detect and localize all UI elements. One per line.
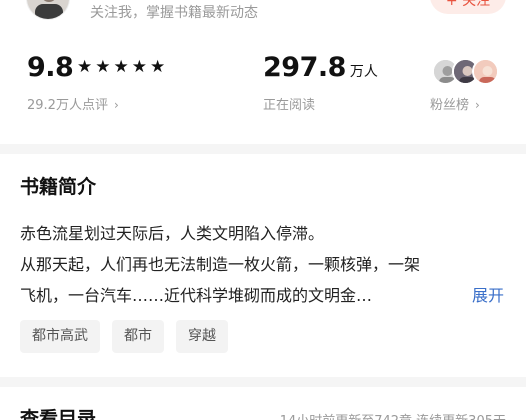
follow-button[interactable]: + 关注 <box>430 0 506 14</box>
chevron-right-icon: › <box>475 98 480 112</box>
intro-line: 飞机，一台汽车……近代科学堆砌而成的文明金… <box>20 286 373 305</box>
fans-link[interactable]: 粉丝榜 › <box>430 94 480 113</box>
intro-line: 赤色流星划过天际后，人类文明陷入停滞。 <box>20 224 325 243</box>
author-description: 关注我，掌握书籍最新动态 <box>90 5 258 21</box>
stats-row: 9.8 ★ ★ ★ ★ ★ 29.2万人点评 › 297.8 万人 正在阅读 粉… <box>0 52 526 122</box>
book-detail-page: 关注我，掌握书籍最新动态 + 关注 9.8 ★ ★ ★ ★ ★ 29.2万人点评 › 29… <box>0 0 526 420</box>
rating-value: 9.8 <box>27 52 74 83</box>
tag-list: 都市高武 都市 穿越 <box>20 320 240 354</box>
fans-label: 粉丝榜 <box>430 98 470 113</box>
reviews-label: 29.2万人点评 <box>27 98 108 113</box>
tag-chip[interactable]: 都市高武 <box>20 320 100 353</box>
star-icon: ★ <box>150 57 166 77</box>
fan-avatar <box>472 58 499 85</box>
toc-update-info[interactable]: 14小时前更新至742章 连续更新305天 <box>280 410 506 420</box>
intro-text[interactable]: 赤色流星划过天际后，人类文明陷入停滞。 从那天起，人们再也无法制造一枚火箭，一颗… <box>20 218 510 311</box>
reviews-link[interactable]: 29.2万人点评 › <box>27 94 119 113</box>
section-divider <box>0 144 526 154</box>
readers-value: 297.8 <box>263 52 346 83</box>
tag-chip[interactable]: 穿越 <box>176 320 228 353</box>
toc-title[interactable]: 查看目录 <box>20 404 96 420</box>
readers-block: 297.8 万人 正在阅读 <box>263 52 378 113</box>
tag-chip[interactable]: 都市 <box>112 320 164 353</box>
rating-stars: ★ ★ ★ ★ ★ <box>77 57 168 76</box>
star-icon: ★ <box>77 57 93 77</box>
readers-unit: 万人 <box>349 64 378 80</box>
section-divider <box>0 377 526 387</box>
chevron-right-icon: › <box>113 98 119 112</box>
author-row: 关注我，掌握书籍最新动态 + 关注 <box>0 0 526 22</box>
star-icon: ★ <box>131 57 147 77</box>
expand-button[interactable]: 展开 <box>472 280 504 311</box>
intro-line: 从那天起，人们再也无法制造一枚火箭，一颗核弹，一架 <box>20 255 421 274</box>
author-avatar[interactable] <box>26 0 70 20</box>
rating-block[interactable]: 9.8 ★ ★ ★ ★ ★ 29.2万人点评 › <box>27 52 165 113</box>
readers-label: 正在阅读 <box>263 98 316 113</box>
star-icon: ★ <box>95 57 111 77</box>
fan-avatars <box>430 58 502 86</box>
star-icon: ★ <box>113 57 129 77</box>
intro-title: 书籍简介 <box>20 176 97 198</box>
